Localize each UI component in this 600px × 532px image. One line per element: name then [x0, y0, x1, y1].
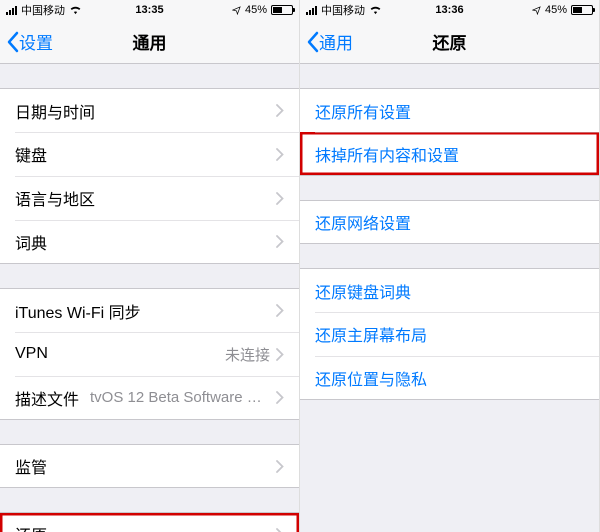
- group-sync: iTunes Wi-Fi 同步 VPN 未连接 描述文件 tvOS 12 Beta …: [0, 288, 299, 420]
- group-reset-network: 还原网络设置: [300, 200, 599, 244]
- row-label: 抹掉所有内容和设置: [315, 142, 459, 166]
- carrier-label: 中国移动: [321, 2, 365, 18]
- row-label: 还原所有设置: [315, 99, 411, 123]
- location-icon: [232, 6, 241, 15]
- chevron-right-icon: [276, 192, 284, 205]
- wifi-icon: [369, 5, 382, 15]
- row-vpn[interactable]: VPN 未连接: [0, 332, 299, 376]
- back-button[interactable]: 通用: [300, 29, 353, 54]
- row-label: 还原网络设置: [315, 210, 411, 234]
- signal-icon: [306, 6, 317, 15]
- row-label: 还原主屏幕布局: [315, 322, 427, 346]
- group-locale: 日期与时间 键盘 语言与地区 词典: [0, 88, 299, 264]
- group-reset-other: 还原键盘词典 还原主屏幕布局 还原位置与隐私: [300, 268, 599, 400]
- clock: 13:35: [135, 4, 163, 16]
- chevron-right-icon: [276, 391, 284, 404]
- row-itunes-wifi-sync[interactable]: iTunes Wi-Fi 同步: [0, 288, 299, 332]
- row-dictionary[interactable]: 词典: [0, 220, 299, 264]
- row-detail: tvOS 12 Beta Software Profile: [90, 389, 270, 406]
- row-reset-keyboard-dict[interactable]: 还原键盘词典: [300, 268, 599, 312]
- chevron-right-icon: [276, 104, 284, 117]
- battery-percent: 45%: [245, 4, 267, 16]
- signal-icon: [6, 6, 17, 15]
- row-label: 键盘: [15, 142, 47, 166]
- back-label: 通用: [319, 29, 353, 54]
- chevron-right-icon: [276, 148, 284, 161]
- chevron-right-icon: [276, 304, 284, 317]
- page-title: 还原: [433, 29, 467, 54]
- row-label: 还原键盘词典: [315, 279, 411, 303]
- status-bar: 中国移动 13:35 45%: [0, 0, 299, 20]
- row-label: VPN: [15, 345, 48, 363]
- status-bar: 中国移动 13:36 45%: [300, 0, 599, 20]
- row-detail: 未连接: [225, 344, 270, 365]
- row-label: 词典: [15, 230, 47, 254]
- row-erase-all-content[interactable]: 抹掉所有内容和设置: [300, 132, 599, 176]
- nav-bar: 设置 通用: [0, 20, 299, 64]
- row-regulatory[interactable]: 监管: [0, 444, 299, 488]
- group-reset-all: 还原所有设置 抹掉所有内容和设置: [300, 88, 599, 176]
- chevron-right-icon: [276, 348, 284, 361]
- back-button[interactable]: 设置: [0, 29, 53, 54]
- screenshot-general: 中国移动 13:35 45% 设置 通用 日期与时间 键盘 语言与地区 词典 i…: [0, 0, 300, 532]
- screenshot-reset: 中国移动 13:36 45% 通用 还原 还原所有设置 抹掉所有内容和设置 还原…: [300, 0, 600, 532]
- row-reset-network[interactable]: 还原网络设置: [300, 200, 599, 244]
- chevron-right-icon: [276, 460, 284, 473]
- row-profiles[interactable]: 描述文件 tvOS 12 Beta Software Profile: [0, 376, 299, 420]
- row-label: 日期与时间: [15, 99, 95, 123]
- battery-icon: [271, 5, 293, 15]
- row-label: iTunes Wi-Fi 同步: [15, 299, 141, 323]
- row-label: 语言与地区: [15, 186, 95, 210]
- row-label: 还原: [15, 522, 47, 532]
- group-regulatory: 监管: [0, 444, 299, 488]
- row-language-region[interactable]: 语言与地区: [0, 176, 299, 220]
- row-reset-all-settings[interactable]: 还原所有设置: [300, 88, 599, 132]
- row-date-time[interactable]: 日期与时间: [0, 88, 299, 132]
- battery-percent: 45%: [545, 4, 567, 16]
- chevron-right-icon: [276, 528, 284, 532]
- back-label: 设置: [19, 29, 53, 54]
- battery-icon: [571, 5, 593, 15]
- page-title: 通用: [133, 29, 167, 54]
- nav-bar: 通用 还原: [300, 20, 599, 64]
- row-label: 描述文件: [15, 386, 79, 410]
- chevron-left-icon: [306, 31, 319, 53]
- location-icon: [532, 6, 541, 15]
- wifi-icon: [69, 5, 82, 15]
- row-reset[interactable]: 还原: [0, 512, 299, 532]
- row-reset-location-privacy[interactable]: 还原位置与隐私: [300, 356, 599, 400]
- row-label: 还原位置与隐私: [315, 366, 427, 390]
- row-label: 监管: [15, 454, 47, 478]
- carrier-label: 中国移动: [21, 2, 65, 18]
- group-reset: 还原: [0, 512, 299, 532]
- row-keyboard[interactable]: 键盘: [0, 132, 299, 176]
- chevron-left-icon: [6, 31, 19, 53]
- clock: 13:36: [435, 4, 463, 16]
- row-reset-home-layout[interactable]: 还原主屏幕布局: [300, 312, 599, 356]
- chevron-right-icon: [276, 235, 284, 248]
